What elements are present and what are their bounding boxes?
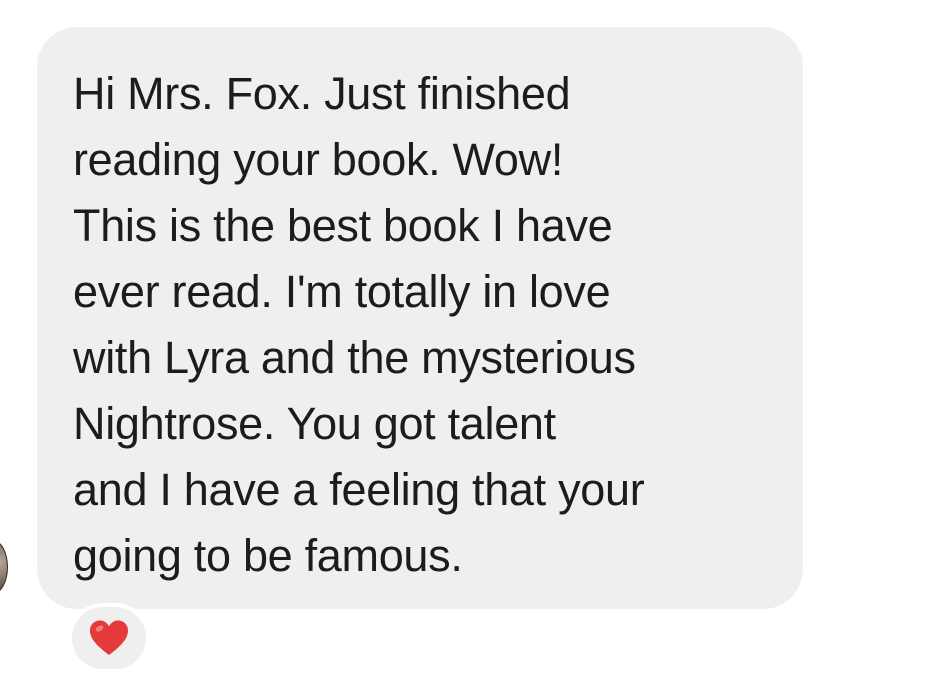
message-bubble[interactable]: Hi Mrs. Fox. Just finished reading your … bbox=[37, 27, 803, 609]
red-heart-icon bbox=[88, 619, 130, 657]
sender-avatar[interactable] bbox=[0, 540, 8, 594]
message-text: Hi Mrs. Fox. Just finished reading your … bbox=[73, 68, 645, 581]
reaction-badge[interactable] bbox=[68, 603, 150, 673]
